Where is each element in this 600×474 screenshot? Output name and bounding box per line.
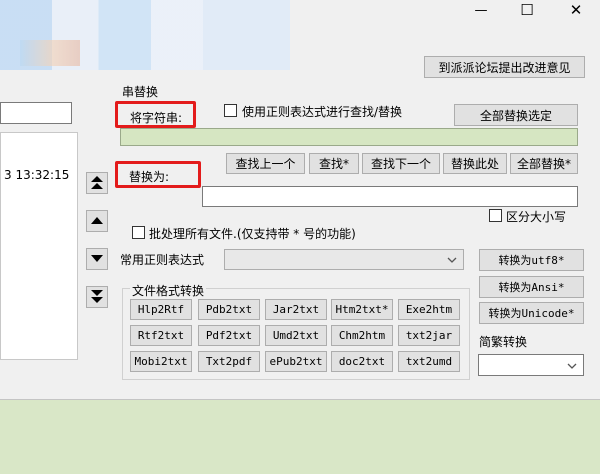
blurred-icon xyxy=(20,40,80,66)
convert-utf8-button[interactable]: 转换为utf8* xyxy=(479,249,584,271)
scroll-down-button[interactable] xyxy=(86,248,108,270)
convert-exe2htm-button[interactable]: Exe2htm xyxy=(398,299,460,320)
minimize-button[interactable]: — xyxy=(458,0,504,20)
convert-pdb2txt-button[interactable]: Pdb2txt xyxy=(198,299,260,320)
convert-txt2jar-button[interactable]: txt2jar xyxy=(398,325,460,346)
bottom-output-panel xyxy=(0,399,600,474)
find-input[interactable] xyxy=(120,128,578,146)
use-regex-label: 使用正则表达式进行查找/替换 xyxy=(242,105,403,119)
convert-ansi-button[interactable]: 转换为Ansi* xyxy=(479,276,584,298)
scroll-up-button[interactable] xyxy=(86,210,108,232)
simp-trad-label: 简繁转换 xyxy=(479,335,528,349)
chevron-down-icon xyxy=(567,363,577,369)
up-arrow-icon xyxy=(91,217,103,224)
close-button[interactable]: ✕ xyxy=(552,0,600,20)
replace-section-title: 串替换 xyxy=(122,85,159,99)
convert-pdf2txt-button[interactable]: Pdf2txt xyxy=(198,325,260,346)
convert-txt2pdf-button[interactable]: Txt2pdf xyxy=(198,351,260,372)
convert-htm2txt-star-button[interactable]: Htm2txt* xyxy=(331,299,393,320)
common-regex-select[interactable] xyxy=(224,249,464,270)
left-log-panel xyxy=(0,132,78,360)
scroll-top-button[interactable] xyxy=(86,172,108,194)
double-up-arrow-icon xyxy=(91,176,103,189)
replace-label-highlight xyxy=(115,161,201,188)
batch-checkbox[interactable] xyxy=(132,226,145,239)
forum-feedback-button[interactable]: 到派派论坛提出改进意见 xyxy=(424,56,585,78)
log-timestamp: 3 13:32:15 xyxy=(4,168,70,182)
left-top-input[interactable] xyxy=(0,102,72,124)
convert-doc2txt-button[interactable]: doc2txt xyxy=(331,351,393,372)
replace-here-button[interactable]: 替换此处 xyxy=(443,153,507,174)
scroll-bottom-button[interactable] xyxy=(86,286,108,308)
convert-chm2htm-button[interactable]: Chm2htm xyxy=(331,325,393,346)
convert-mobi2txt-button[interactable]: Mobi2txt xyxy=(130,351,192,372)
find-prev-button[interactable]: 查找上一个 xyxy=(226,153,305,174)
convert-epub2txt-button[interactable]: ePub2txt xyxy=(265,351,327,372)
file-format-title: 文件格式转换 xyxy=(130,282,207,299)
find-next-button[interactable]: 查找下一个 xyxy=(362,153,440,174)
replace-input[interactable] xyxy=(202,186,578,207)
convert-rtf2txt-button[interactable]: Rtf2txt xyxy=(130,325,192,346)
case-sensitive-checkbox[interactable] xyxy=(489,209,502,222)
chevron-down-icon xyxy=(447,257,457,263)
convert-unicode-button[interactable]: 转换为Unicode* xyxy=(479,302,584,324)
replace-all-button[interactable]: 全部替换* xyxy=(510,153,578,174)
case-sensitive-label: 区分大小写 xyxy=(506,210,567,224)
down-arrow-icon xyxy=(91,255,103,262)
convert-hlp2rtf-button[interactable]: Hlp2Rtf xyxy=(130,299,192,320)
replace-all-selected-button[interactable]: 全部替换选定 xyxy=(454,104,578,126)
simp-trad-select[interactable] xyxy=(478,354,584,376)
batch-label: 批处理所有文件.(仅支持带 * 号的功能) xyxy=(149,227,356,241)
find-label-highlight xyxy=(115,101,196,128)
convert-jar2txt-button[interactable]: Jar2txt xyxy=(265,299,327,320)
convert-umd2txt-button[interactable]: Umd2txt xyxy=(265,325,327,346)
convert-txt2umd-button[interactable]: txt2umd xyxy=(398,351,460,372)
maximize-button[interactable]: ☐ xyxy=(504,0,550,20)
double-down-arrow-icon xyxy=(91,290,103,303)
use-regex-checkbox[interactable] xyxy=(224,104,237,117)
common-regex-label: 常用正则表达式 xyxy=(120,253,205,267)
find-star-button[interactable]: 查找* xyxy=(309,153,359,174)
